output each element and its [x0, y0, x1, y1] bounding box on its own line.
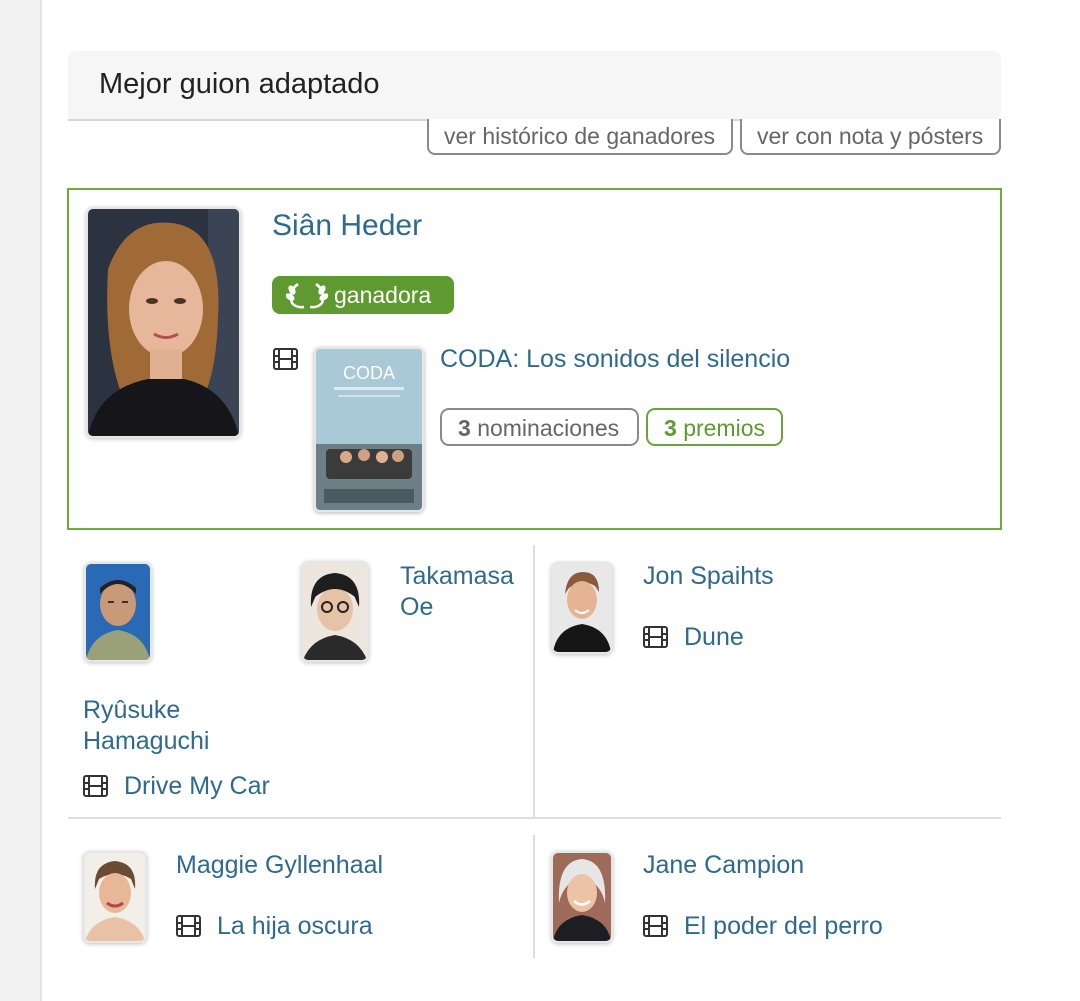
nominations-label: nominaciones	[477, 415, 620, 441]
category-header: Mejor guion adaptado	[68, 51, 1001, 121]
winner-film-link[interactable]: CODA: Los sonidos del silencio	[440, 344, 790, 375]
nominee-name[interactable]: Jon Spaihts	[643, 561, 774, 592]
view-with-ratings-posters-button[interactable]: ver con nota y pósters	[740, 119, 1001, 155]
left-gutter	[0, 0, 42, 1001]
nominee-name[interactable]: Ryûsuke Hamaguchi	[83, 695, 243, 757]
winner-badge-label: ganadora	[334, 282, 432, 308]
winner-card: Siân Heder ganadora CODA CODA: Los sonid…	[67, 188, 1002, 530]
awards-label: premios	[683, 415, 765, 441]
awards-count-badge[interactable]: 3 premios	[646, 408, 783, 446]
nominee-photo[interactable]	[551, 851, 613, 943]
nominee-photo[interactable]	[551, 562, 613, 654]
nominee-name[interactable]: Maggie Gyllenhaal	[176, 850, 383, 881]
nominee-name[interactable]: Takamasa Oe	[400, 561, 530, 623]
winner-badge: ganadora	[272, 276, 454, 314]
winner-photo[interactable]	[86, 207, 241, 438]
poster-title: CODA	[343, 363, 395, 383]
awards-count: 3	[664, 415, 677, 441]
nominations-count: 3	[458, 415, 471, 441]
view-winners-history-button[interactable]: ver histórico de ganadores	[427, 119, 733, 155]
category-title: Mejor guion adaptado	[99, 68, 380, 100]
film-icon	[643, 915, 668, 937]
nominee-divider-vertical	[533, 545, 535, 817]
nominee-film-link[interactable]: Drive My Car	[124, 772, 270, 801]
nominee-divider-vertical-bottom	[533, 835, 535, 958]
nominee-divider-horizontal	[68, 817, 1001, 819]
nominee-film-link[interactable]: Dune	[684, 623, 744, 652]
film-icon	[643, 626, 668, 648]
nominee-photo[interactable]	[83, 851, 147, 943]
film-icon	[273, 348, 298, 370]
film-poster[interactable]: CODA	[314, 347, 424, 512]
winner-name[interactable]: Siân Heder	[272, 210, 422, 241]
nominations-count-badge[interactable]: 3 nominaciones	[440, 408, 639, 446]
nominee-film-link[interactable]: El poder del perro	[684, 912, 883, 941]
film-icon	[83, 775, 108, 797]
film-icon	[176, 915, 201, 937]
nominee-photo[interactable]	[301, 561, 369, 662]
nominee-name[interactable]: Jane Campion	[643, 850, 804, 881]
laurel-icon	[286, 282, 328, 309]
nominee-film-link[interactable]: La hija oscura	[217, 912, 373, 941]
nominee-photo[interactable]	[84, 562, 152, 662]
